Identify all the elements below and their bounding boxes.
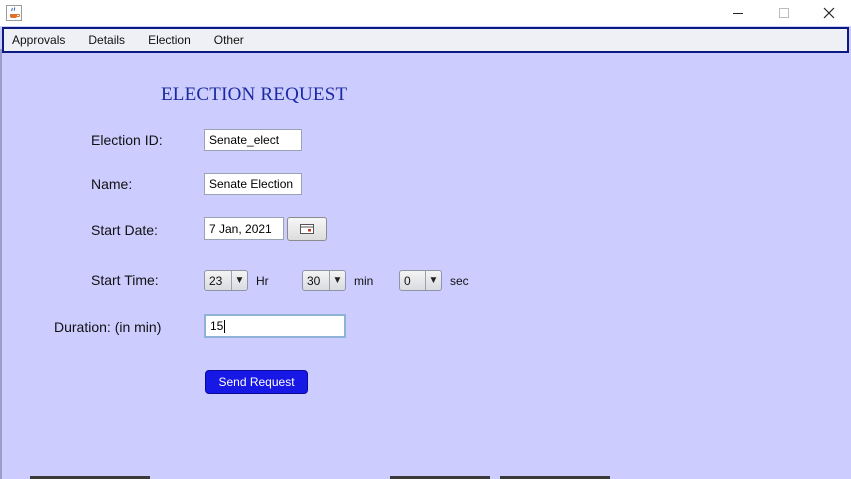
chevron-down-icon: ▼ [425, 271, 441, 290]
close-button[interactable] [806, 0, 851, 26]
send-request-button[interactable]: Send Request [205, 370, 308, 394]
java-coffee-cup-icon [6, 5, 22, 21]
app-window: Approvals Details Election Other ELECTIO… [0, 0, 851, 479]
election-id-field[interactable]: Senate_elect [204, 129, 302, 151]
menu-details[interactable]: Details [80, 29, 136, 51]
menu-other[interactable]: Other [206, 29, 255, 51]
close-icon [823, 7, 835, 19]
second-unit-label: sec [450, 274, 469, 288]
minimize-icon [733, 13, 743, 14]
maximize-icon [779, 8, 789, 18]
minute-select[interactable]: 30 ▼ [302, 270, 346, 291]
text-caret [224, 319, 226, 333]
calendar-icon [300, 224, 314, 234]
calendar-button[interactable] [287, 217, 327, 241]
election-id-label: Election ID: [91, 132, 163, 148]
maximize-button[interactable] [761, 0, 807, 26]
chevron-down-icon: ▼ [231, 271, 247, 290]
hour-select[interactable]: 23 ▼ [204, 270, 248, 291]
start-date-field[interactable]: 7 Jan, 2021 [204, 217, 284, 240]
menu-approvals[interactable]: Approvals [4, 29, 76, 51]
second-value: 0 [404, 273, 411, 288]
name-label: Name: [91, 176, 133, 192]
chevron-down-icon: ▼ [329, 271, 345, 290]
minute-value: 30 [307, 273, 321, 288]
duration-value: 15 [210, 319, 224, 333]
duration-field[interactable]: 15 [204, 314, 346, 338]
hour-unit-label: Hr [256, 274, 269, 288]
start-time-label: Start Time: [91, 272, 159, 288]
name-field[interactable]: Senate Election [204, 173, 302, 195]
duration-label: Duration: (in min) [54, 319, 162, 335]
title-bar[interactable] [0, 0, 851, 26]
menu-election[interactable]: Election [140, 29, 202, 51]
minute-unit-label: min [354, 274, 374, 288]
menu-bar: Approvals Details Election Other [2, 27, 849, 53]
window-left-border [0, 49, 2, 479]
page-title: ELECTION REQUEST [161, 84, 348, 105]
hour-value: 23 [209, 273, 223, 288]
second-select[interactable]: 0 ▼ [399, 270, 442, 291]
minimize-button[interactable] [715, 0, 761, 26]
start-date-label: Start Date: [91, 222, 158, 238]
